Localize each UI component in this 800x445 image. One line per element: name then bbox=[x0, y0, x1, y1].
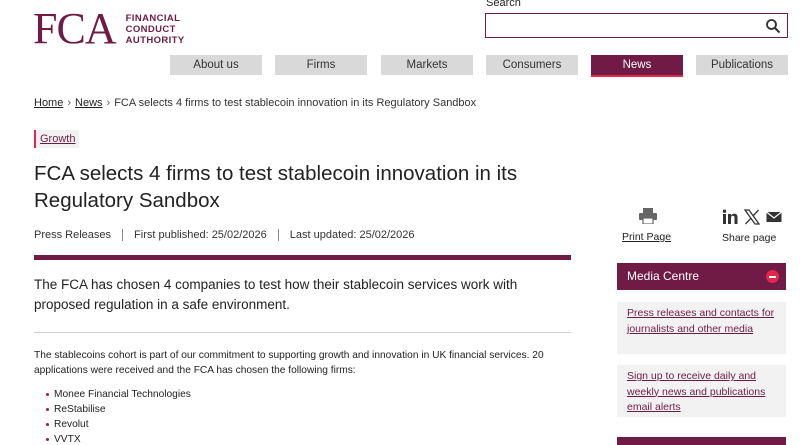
breadcrumb: Home › News › FCA selects 4 firms to test st… bbox=[34, 97, 476, 109]
media-centre-title: Media Centre bbox=[627, 269, 700, 283]
printer-icon bbox=[639, 208, 657, 224]
nav-publications[interactable]: Publications bbox=[696, 55, 788, 75]
logo-line-1: FINANCIAL bbox=[125, 12, 181, 24]
article-type: Press Releases bbox=[34, 229, 112, 241]
print-page-label[interactable]: Print Page bbox=[622, 231, 674, 243]
logo-mark: FCA bbox=[33, 4, 117, 53]
nav-about-us[interactable]: About us bbox=[170, 55, 262, 75]
share-page-label: Share page bbox=[722, 232, 777, 244]
nav-consumers[interactable]: Consumers bbox=[486, 55, 578, 75]
search-input[interactable] bbox=[485, 13, 788, 38]
fca-logo[interactable]: FCA FINANCIAL CONDUCT AUTHORITY bbox=[33, 6, 185, 52]
nav-news[interactable]: News bbox=[591, 55, 683, 77]
share-tools: Share page bbox=[722, 208, 782, 244]
chevron-right-icon: › bbox=[67, 97, 72, 109]
media-link-email-alerts[interactable]: Sign up to receive daily and weekly news… bbox=[617, 365, 786, 417]
search-icon[interactable] bbox=[765, 18, 781, 34]
nav-markets[interactable]: Markets bbox=[381, 55, 473, 75]
chevron-right-icon: › bbox=[106, 97, 111, 109]
lead-paragraph: The FCA has chosen 4 companies to test h… bbox=[34, 277, 518, 312]
x-icon[interactable] bbox=[744, 209, 760, 225]
list-item: ReStabilise bbox=[46, 402, 191, 417]
firms-list: Monee Financial Technologies ReStabilise… bbox=[46, 387, 191, 445]
logo-text: FINANCIAL CONDUCT AUTHORITY bbox=[126, 13, 185, 46]
title-divider bbox=[34, 255, 571, 260]
article-meta: Press Releases First published: 25/02/20… bbox=[34, 229, 426, 241]
search-label: Search bbox=[486, 0, 521, 9]
first-published: First published: 25/02/2026 bbox=[122, 229, 278, 241]
media-centre-next-panel bbox=[617, 437, 786, 445]
nav-firms[interactable]: Firms bbox=[275, 55, 367, 75]
linkedin-icon[interactable] bbox=[722, 209, 738, 225]
list-item: Revolut bbox=[46, 417, 191, 432]
media-link-press-releases[interactable]: Press releases and contacts for journali… bbox=[617, 302, 786, 354]
breadcrumb-current: FCA selects 4 firms to test stablecoin i… bbox=[114, 97, 477, 109]
logo-line-3: AUTHORITY bbox=[125, 34, 185, 46]
email-icon[interactable] bbox=[766, 209, 782, 225]
list-item: VVTX bbox=[46, 432, 191, 445]
breadcrumb-news[interactable]: News bbox=[75, 97, 103, 109]
breadcrumb-home[interactable]: Home bbox=[34, 97, 63, 109]
logo-line-2: CONDUCT bbox=[125, 23, 176, 35]
print-page-button[interactable]: Print Page bbox=[622, 208, 674, 243]
media-centre-header[interactable]: Media Centre bbox=[617, 263, 786, 290]
page-title: FCA selects 4 firms to test stablecoin i… bbox=[34, 162, 518, 212]
last-updated: Last updated: 25/02/2026 bbox=[277, 229, 426, 241]
list-item: Monee Financial Technologies bbox=[46, 387, 191, 402]
collapse-icon[interactable] bbox=[766, 270, 779, 283]
body-paragraph: The stablecoins cohort is part of our co… bbox=[34, 350, 544, 376]
lead-divider bbox=[34, 332, 571, 333]
topic-tag[interactable]: Growth bbox=[34, 130, 80, 148]
